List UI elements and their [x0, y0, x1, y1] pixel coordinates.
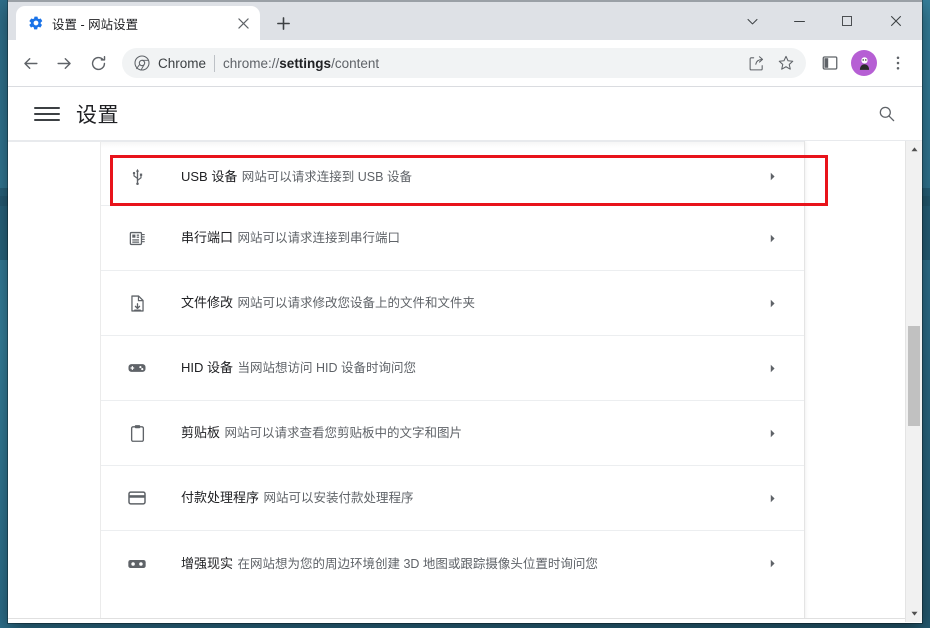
permission-text: USB 设备 网站可以请求连接到 USB 设备 [181, 167, 752, 187]
permission-text: 串行端口 网站可以请求连接到串行端口 [181, 228, 752, 248]
permission-row-augmented-reality[interactable]: 增强现实 在网站想为您的周边环境创建 3D 地图或跟踪摄像头位置时询问您 [101, 531, 804, 596]
window-bottom-edge [8, 618, 922, 623]
permission-text: 文件修改 网站可以请求修改您设备上的文件和文件夹 [181, 293, 752, 313]
address-bar[interactable]: Chrome chrome://settings/content [122, 48, 806, 78]
search-icon[interactable] [872, 100, 900, 128]
gear-icon [28, 15, 44, 31]
browser-toolbar: Chrome chrome://settings/content [8, 40, 922, 87]
chevron-right-icon[interactable] [752, 233, 778, 244]
omnibox-divider [214, 54, 216, 72]
usb-icon [125, 167, 149, 186]
side-panel-icon[interactable] [814, 47, 846, 79]
permission-title: 付款处理程序 [181, 490, 260, 505]
url-suffix: /content [331, 55, 380, 71]
permission-title: 串行端口 [181, 230, 234, 245]
permission-subtitle: 网站可以请求连接到 USB 设备 [241, 169, 412, 184]
hid-device-icon [125, 358, 149, 378]
chevron-right-icon[interactable] [752, 171, 778, 182]
clipboard-icon [125, 424, 149, 443]
permission-row-serial[interactable]: 串行端口 网站可以请求连接到串行端口 [101, 206, 804, 271]
scrollbar-down-button[interactable] [906, 605, 922, 622]
permission-subtitle: 网站可以请求连接到串行端口 [237, 231, 400, 245]
permission-text: 增强现实 在网站想为您的周边环境创建 3D 地图或跟踪摄像头位置时询问您 [181, 554, 752, 574]
reload-button[interactable] [82, 47, 114, 79]
permission-text: 剪贴板 网站可以请求查看您剪贴板中的文字和图片 [181, 423, 752, 443]
back-button[interactable] [14, 47, 46, 79]
permission-text: 付款处理程序 网站可以安装付款处理程序 [181, 488, 752, 508]
url-emphasis: settings [279, 55, 332, 71]
permission-subtitle: 当网站想访问 HID 设备时询问您 [237, 361, 416, 375]
permission-text: HID 设备 当网站想访问 HID 设备时询问您 [181, 358, 752, 378]
new-tab-button[interactable] [270, 10, 296, 36]
vertical-scrollbar[interactable] [905, 141, 922, 622]
settings-main-scroll-region[interactable]: USB 设备 网站可以请求连接到 USB 设备 串行端口 网站可以请求连接到串行… [100, 141, 922, 622]
sidebar-region [8, 141, 100, 622]
tab-title: 设置 - 网站设置 [52, 17, 139, 32]
permission-title: USB 设备 [181, 168, 238, 184]
share-icon[interactable] [742, 49, 770, 77]
avatar[interactable] [851, 50, 877, 76]
permission-row-usb[interactable]: USB 设备 网站可以请求连接到 USB 设备 [101, 148, 804, 206]
chevron-right-icon[interactable] [752, 298, 778, 309]
maximize-icon[interactable] [823, 2, 870, 40]
permission-subtitle: 在网站想为您的周边环境创建 3D 地图或跟踪摄像头位置时询问您 [237, 556, 598, 571]
vr-goggles-icon [125, 554, 149, 574]
permission-row-payment-handler[interactable]: 付款处理程序 网站可以安装付款处理程序 [101, 466, 804, 531]
minimize-icon[interactable] [776, 2, 823, 40]
chrome-logo-icon [134, 55, 150, 71]
hamburger-line [34, 112, 60, 115]
tab-search-chevron-down-icon[interactable] [729, 2, 776, 40]
chevron-right-icon[interactable] [752, 558, 778, 569]
chevron-right-icon[interactable] [752, 363, 778, 374]
close-icon[interactable] [234, 14, 252, 32]
permission-row-file-edit[interactable]: 文件修改 网站可以请求修改您设备上的文件和文件夹 [101, 271, 804, 336]
permission-title: 剪贴板 [181, 425, 221, 440]
permission-title: 增强现实 [181, 555, 234, 571]
permissions-card: USB 设备 网站可以请求连接到 USB 设备 串行端口 网站可以请求连接到串行… [101, 141, 805, 622]
browser-tab[interactable]: 设置 - 网站设置 [16, 6, 260, 40]
url-prefix: chrome:// [223, 55, 280, 71]
more-options-icon[interactable] [882, 47, 914, 79]
window-close-icon[interactable] [870, 2, 922, 40]
browser-window: 设置 - 网站设置 Chrome chrome://settings/conte… [8, 0, 922, 623]
window-controls [729, 2, 922, 40]
hamburger-line [34, 118, 60, 121]
file-edit-icon [125, 294, 149, 313]
chevron-right-icon[interactable] [752, 493, 778, 504]
settings-header: 设置 [8, 87, 922, 141]
credit-card-icon [125, 488, 149, 508]
permission-title: HID 设备 [181, 360, 234, 375]
permission-subtitle: 网站可以请求修改您设备上的文件和文件夹 [237, 296, 475, 310]
scrollbar-thumb[interactable] [908, 326, 920, 426]
hamburger-menu-icon[interactable] [34, 101, 60, 127]
bookmark-star-icon[interactable] [772, 49, 800, 77]
omnibox-scheme-label: Chrome [158, 55, 207, 71]
permission-title: 文件修改 [181, 295, 234, 310]
permission-row-clipboard[interactable]: 剪贴板 网站可以请求查看您剪贴板中的文字和图片 [101, 401, 804, 466]
hamburger-line [34, 106, 60, 109]
tab-strip: 设置 - 网站设置 [8, 0, 922, 40]
omnibox-url: chrome://settings/content [223, 56, 734, 71]
scrollbar-up-button[interactable] [906, 141, 922, 158]
omnibox-actions [742, 49, 800, 77]
serial-port-icon [125, 229, 149, 248]
chevron-right-icon[interactable] [752, 428, 778, 439]
settings-body: USB 设备 网站可以请求连接到 USB 设备 串行端口 网站可以请求连接到串行… [8, 141, 922, 622]
forward-button[interactable] [48, 47, 80, 79]
permission-row-hid[interactable]: HID 设备 当网站想访问 HID 设备时询问您 [101, 336, 804, 401]
permission-subtitle: 网站可以安装付款处理程序 [263, 491, 414, 505]
page-title: 设置 [76, 103, 119, 127]
permission-subtitle: 网站可以请求查看您剪贴板中的文字和图片 [224, 426, 462, 440]
